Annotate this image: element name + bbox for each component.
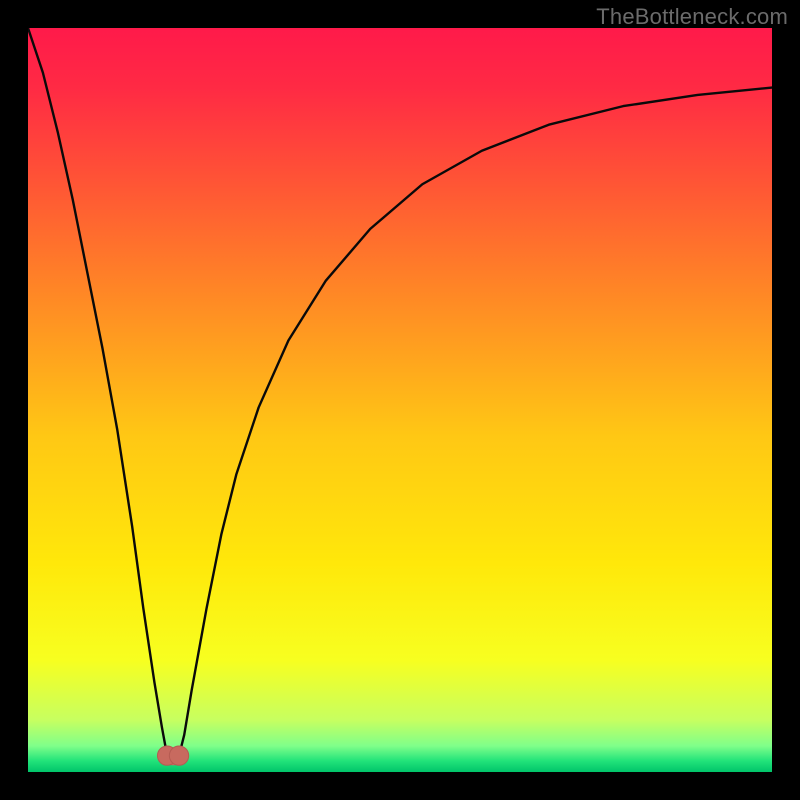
watermark-text: TheBottleneck.com — [596, 4, 788, 30]
plot-area — [28, 28, 772, 772]
chart-frame: TheBottleneck.com — [0, 0, 800, 800]
bottleneck-curve — [28, 28, 772, 772]
